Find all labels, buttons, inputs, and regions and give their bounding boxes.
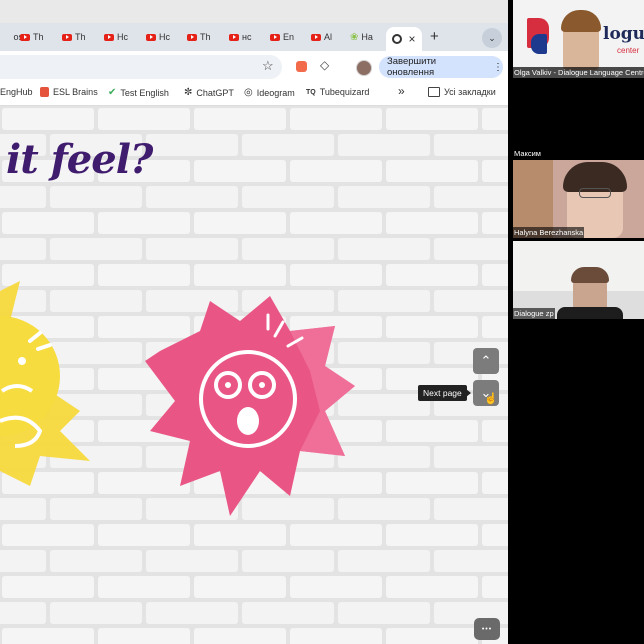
tab-label: Hc [117,32,128,42]
participant-name: Dialogue zp [513,308,555,319]
slide-heading: it feel? [6,136,153,183]
check-circle-icon: ✔ [108,87,117,98]
participant-tile[interactable]: Dialogue zp [513,241,644,319]
tab-close-icon[interactable]: × [408,32,415,46]
ideogram-icon: ◎ [244,87,253,98]
extension-icon-orange[interactable] [296,61,307,72]
thinking-emoji-icon [0,281,90,486]
surprised-emoji-icon [145,296,355,516]
participant-name: Olga Valkiv - Dialogue Language Centre [513,67,644,78]
bookmarks-overflow-button[interactable]: » [398,84,405,98]
participant-hair [571,267,609,283]
new-tab-button[interactable]: + [430,28,439,45]
chevron-down-icon: ⌄ [488,32,496,43]
bookmark-label: Test English [120,87,169,98]
participant-tile[interactable]: logue center Olga Valkiv - Dialogue Lang… [513,0,644,78]
browser-tab[interactable]: Hc [146,27,170,47]
logo-text: logue [603,24,644,44]
participant-hair [561,10,601,32]
bookmark-tubequizard[interactable]: TQ Tubequizard [306,87,369,97]
youtube-icon [311,33,321,41]
bookmark-esl-brains[interactable]: ESL Brains [40,87,98,97]
tab-label: Ha [361,32,373,42]
browser-tab[interactable]: нс [229,27,251,47]
mouse-cursor-icon: ☝ [484,393,498,405]
browser-tab[interactable]: Th [20,27,44,47]
bookmark-label: Tubequizard [319,87,370,97]
ellipsis-icon: ••• [481,625,493,633]
browser-tab[interactable]: En [270,27,294,47]
leaf-icon: ❀ [350,31,359,43]
browser-tab[interactable]: Hc [104,27,128,47]
star-icon[interactable]: ☆ [262,58,274,74]
google-icon [392,34,403,44]
tab-label: Th [200,32,211,42]
puzzle-icon[interactable]: ◇ [320,58,329,72]
folder-icon [428,87,440,97]
tab-label: En [283,32,295,42]
youtube-icon [187,33,197,41]
profile-avatar-icon[interactable] [356,60,372,76]
all-bookmarks-button[interactable]: Усі закладки [428,87,496,97]
overflow-label: » [398,84,405,98]
participant-tile[interactable]: Максим [513,81,644,159]
update-button-label: Завершити оновлення [387,56,437,78]
browser-tab[interactable]: Al [311,27,332,47]
bookmark-label: ESL Brains [53,87,98,97]
next-page-tooltip: Next page [418,385,467,401]
esl-brains-icon [40,87,49,97]
browser-tab[interactable]: ❀ Ha [350,27,373,47]
chevron-up-icon: ⌃ [480,353,492,368]
tab-search-button[interactable]: ⌄ [482,28,502,48]
participant-shirt [557,307,623,319]
tab-label: Hc [159,32,170,42]
youtube-icon [146,33,156,41]
logo-subtext: center [617,46,640,55]
tooltip-arrow [466,389,471,397]
update-browser-button[interactable]: Завершити оновлення ⋮ [379,56,503,78]
participant-name: Максим [514,149,541,158]
bookmark-chatgpt[interactable]: ✼ ChatGPT [184,87,234,98]
more-options-button[interactable]: ••• [474,618,500,640]
bookmark-test-english[interactable]: ✔ Test English [108,87,169,98]
bookmark-label: Ideogram [256,87,295,98]
browser-tab[interactable]: Th [62,27,86,47]
presentation-slide: it feel? ⌃ ⌄ [0,106,508,644]
active-tab[interactable]: × [386,27,422,51]
tab-label: нс [242,32,252,42]
tab-label: Th [33,32,44,42]
bookmark-label: ChatGPT [196,87,234,98]
bookmarks-bar: EngHub ESL Brains ✔ Test English ✼ ChatGPT… [0,81,508,106]
participant-tile[interactable]: Halyna Berezhanska [513,160,644,238]
youtube-icon [20,33,30,41]
youtube-icon [270,33,280,41]
omnibox[interactable] [0,55,282,79]
browser-tab[interactable]: Th [187,27,211,47]
glasses-icon [579,188,611,198]
bookmark-label: Усі закладки [444,87,496,97]
dialogue-logo-blue [531,34,547,54]
bookmark-ideogram[interactable]: ◎ Ideogram [244,87,295,98]
participant-name: Halyna Berezhanska [513,227,585,238]
bookmark-label: EngHub [0,87,33,97]
tab-label: Th [75,32,86,42]
youtube-icon [229,33,239,41]
bookmark-enghub[interactable]: EngHub [0,87,33,97]
tab-label: Al [324,32,333,42]
youtube-icon [104,33,114,41]
previous-page-button[interactable]: ⌃ [473,348,499,374]
shared-screen: Thos Th Th Hc Hc Th нс En Al ❀Ha × + ⌄ ☆… [0,0,508,644]
chatgpt-icon: ✼ [184,87,193,98]
tubequizard-icon: TQ [306,88,316,96]
youtube-icon [62,33,72,41]
kebab-menu-icon: ⋮ [493,61,503,73]
